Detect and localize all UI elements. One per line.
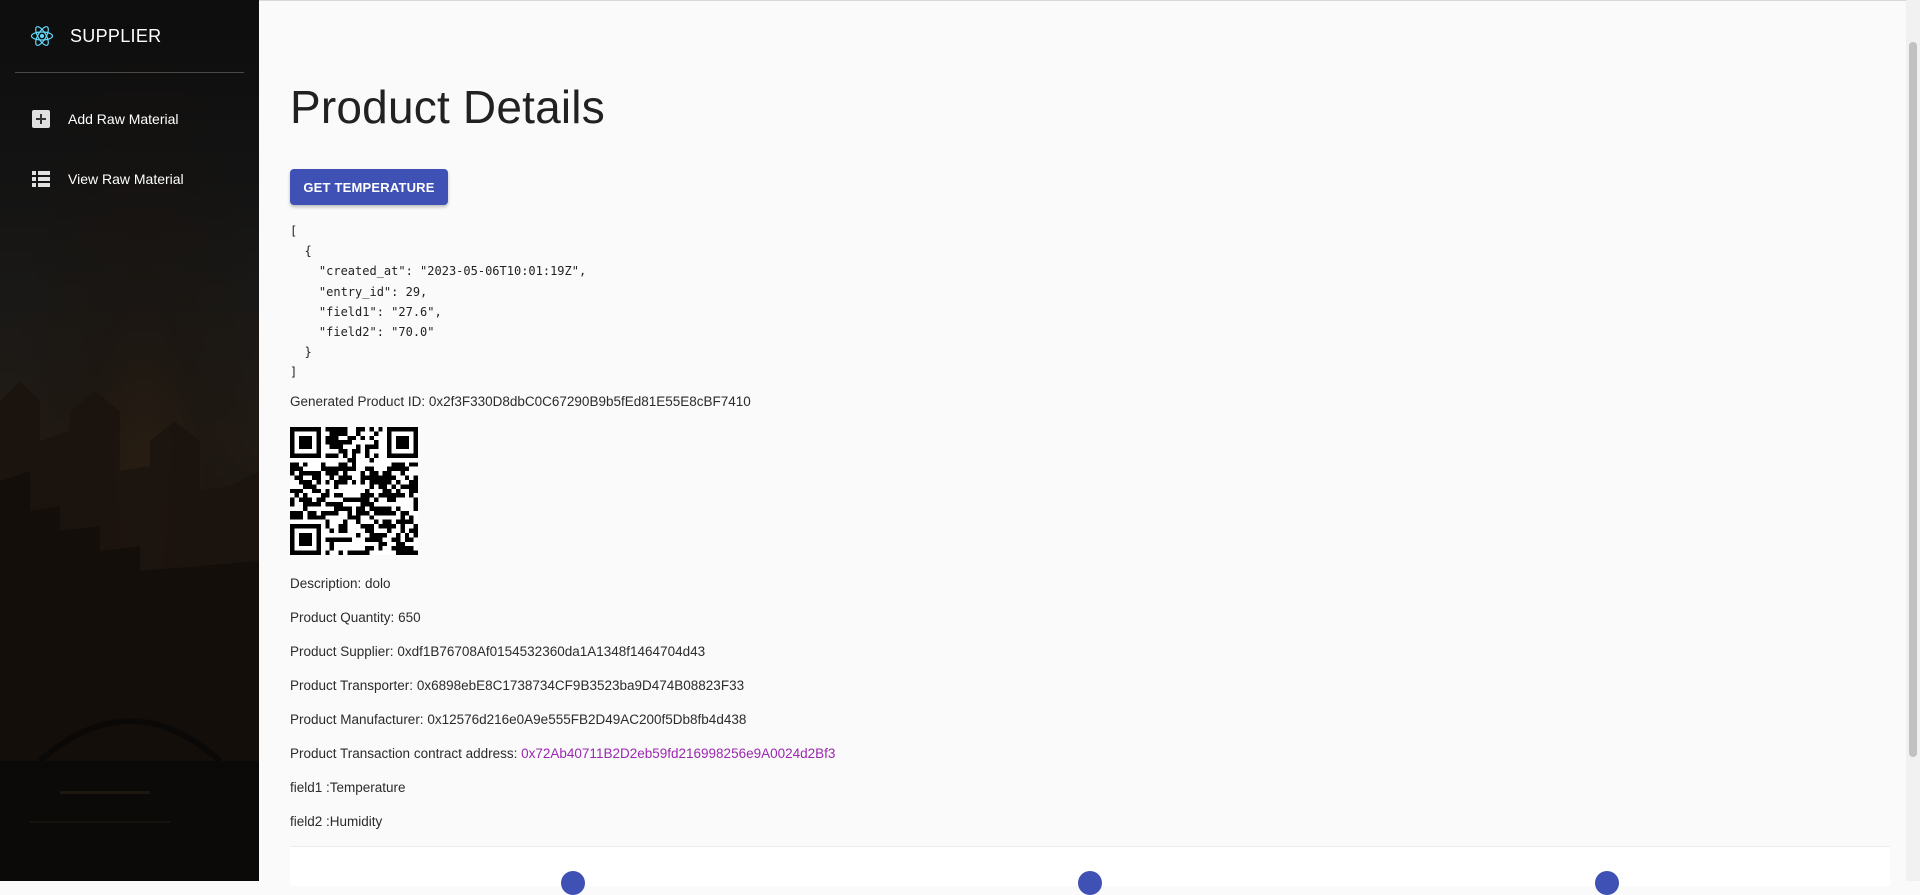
manufacturer-value: 0x12576d216e0A9e555FB2D49AC200f5Db8fb4d4…	[427, 712, 747, 727]
sidebar-nav: Add Raw Material View Raw Material	[0, 73, 259, 203]
brand[interactable]: SUPPLIER	[0, 0, 259, 72]
temperature-json-output: [ { "created_at": "2023-05-06T10:01:19Z"…	[290, 224, 587, 380]
transporter-value: 0x6898ebE8C1738734CF9B3523ba9D474B08823F…	[416, 678, 745, 693]
react-atom-icon	[30, 26, 54, 46]
product-id-label: Generated Product ID:	[290, 394, 429, 409]
sidebar-item-label: Add Raw Material	[68, 111, 179, 127]
step-2-icon[interactable]	[1078, 871, 1102, 895]
transporter-label: Product Transporter:	[290, 678, 417, 693]
description-label: Description:	[290, 576, 366, 591]
contract-address-line: Product Transaction contract address: 0x…	[290, 746, 835, 761]
main-content: Product Details GET TEMPERATURE [ { "cre…	[290, 0, 1890, 895]
manufacturer-label: Product Manufacturer:	[290, 712, 428, 727]
contract-address-label: Product Transaction contract address:	[290, 746, 522, 761]
product-id-value: 0x2f3F330D8dbC0C67290B9b5fEd81E55E8cBF74…	[428, 394, 751, 409]
sidebar-item-label: View Raw Material	[68, 171, 184, 187]
supplier-line: Product Supplier: 0xdf1B76708Af015453236…	[290, 644, 705, 659]
progress-stepper	[290, 846, 1890, 895]
supplier-value: 0xdf1B76708Af0154532360da1A1348f1464704d…	[397, 644, 706, 659]
description-value: dolo	[365, 576, 391, 591]
page-title: Product Details	[290, 81, 605, 133]
get-temperature-button[interactable]: GET TEMPERATURE	[290, 169, 448, 205]
product-qr-code	[290, 427, 418, 555]
sidebar-item-add-raw-material[interactable]: Add Raw Material	[0, 95, 259, 143]
scrollbar-thumb[interactable]	[1909, 42, 1917, 757]
product-id-line: Generated Product ID: 0x2f3F330D8dbC0C67…	[290, 394, 751, 409]
description-line: Description: dolo	[290, 576, 391, 591]
brand-name: SUPPLIER	[70, 25, 162, 46]
field1-line: field1 :Temperature	[290, 780, 406, 795]
supplier-label: Product Supplier:	[290, 644, 398, 659]
sidebar: SUPPLIER Add Raw Material View Raw Mater…	[0, 0, 259, 881]
quantity-line: Product Quantity: 650	[290, 610, 421, 625]
scrollbar[interactable]	[1906, 0, 1920, 881]
quantity-label: Product Quantity:	[290, 610, 399, 625]
add-box-icon	[31, 109, 51, 129]
list-icon	[31, 169, 51, 189]
field2-line: field2 :Humidity	[290, 814, 383, 829]
sidebar-item-view-raw-material[interactable]: View Raw Material	[0, 155, 259, 203]
contract-address-link[interactable]: 0x72Ab40711B2D2eb59fd216998256e9A0024d2B…	[521, 746, 835, 761]
manufacturer-line: Product Manufacturer: 0x12576d216e0A9e55…	[290, 712, 746, 727]
step-1-icon[interactable]	[561, 871, 585, 895]
quantity-value: 650	[398, 610, 421, 625]
transporter-line: Product Transporter: 0x6898ebE8C1738734C…	[290, 678, 744, 693]
step-3-icon[interactable]	[1595, 871, 1619, 895]
